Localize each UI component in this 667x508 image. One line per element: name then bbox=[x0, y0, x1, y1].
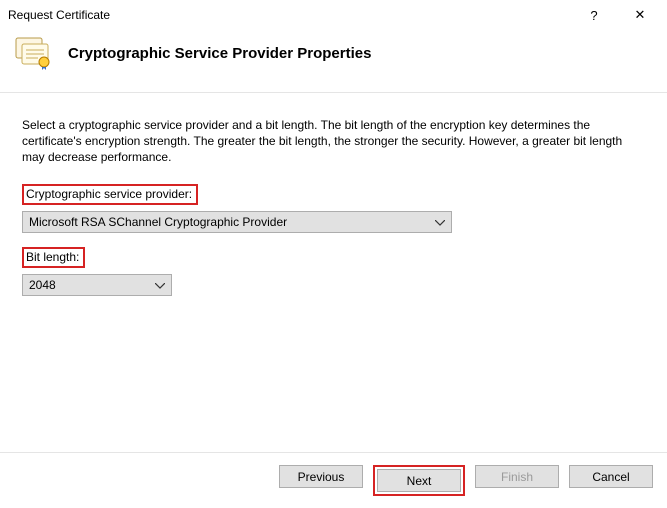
wizard-footer: Previous Next Finish Cancel bbox=[0, 452, 667, 508]
csp-value: Microsoft RSA SChannel Cryptographic Pro… bbox=[29, 215, 287, 229]
finish-button: Finish bbox=[475, 465, 559, 488]
bitlength-value: 2048 bbox=[29, 278, 56, 292]
certificate-icon bbox=[14, 36, 54, 70]
help-button[interactable]: ? bbox=[571, 0, 617, 30]
title-bar: Request Certificate ? ✕ bbox=[0, 0, 667, 30]
csp-label: Cryptographic service provider: bbox=[22, 184, 198, 205]
next-button[interactable]: Next bbox=[377, 469, 461, 492]
previous-button[interactable]: Previous bbox=[279, 465, 363, 488]
wizard-content: Select a cryptographic service provider … bbox=[0, 93, 667, 318]
next-highlight: Next bbox=[373, 465, 465, 496]
description-text: Select a cryptographic service provider … bbox=[22, 117, 645, 166]
bitlength-label: Bit length: bbox=[22, 247, 85, 268]
csp-dropdown[interactable]: Microsoft RSA SChannel Cryptographic Pro… bbox=[22, 211, 452, 233]
window-title: Request Certificate bbox=[8, 8, 571, 22]
wizard-header: Cryptographic Service Provider Propertie… bbox=[0, 30, 667, 92]
cancel-button[interactable]: Cancel bbox=[569, 465, 653, 488]
page-heading: Cryptographic Service Provider Propertie… bbox=[68, 45, 371, 62]
chevron-down-icon bbox=[155, 278, 165, 292]
bitlength-dropdown[interactable]: 2048 bbox=[22, 274, 172, 296]
chevron-down-icon bbox=[435, 215, 445, 229]
close-button[interactable]: ✕ bbox=[617, 0, 663, 30]
